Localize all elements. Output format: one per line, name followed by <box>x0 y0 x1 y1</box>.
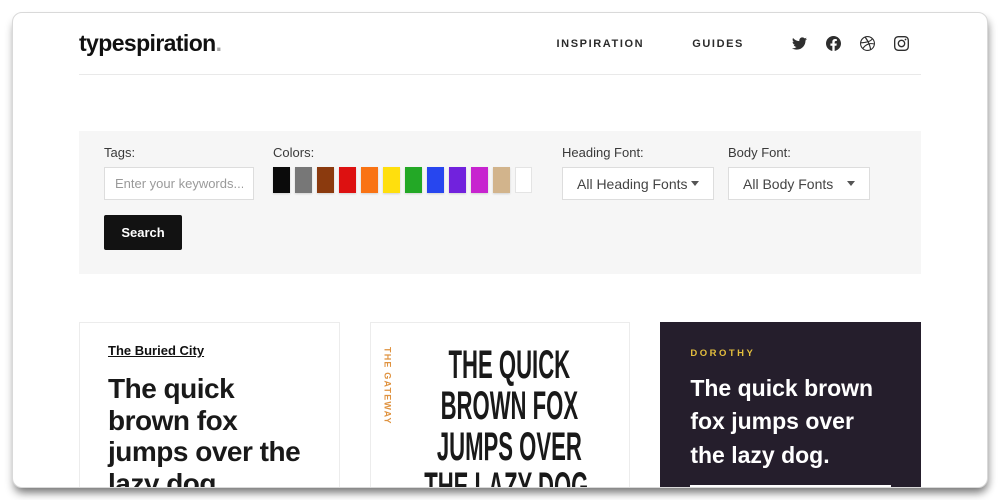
facebook-icon[interactable] <box>826 36 841 51</box>
colors-label: Colors: <box>273 145 315 160</box>
search-button[interactable]: Search <box>104 215 182 250</box>
logo-dot: . <box>215 30 222 56</box>
colors-filter: Colors: <box>273 145 532 193</box>
font-demo-grid: The Buried City The quick brown fox jump… <box>79 322 921 488</box>
color-swatch[interactable] <box>515 167 532 193</box>
card-title: The Buried City <box>108 343 205 358</box>
card-heading: The quick brown fox jumps over the lazy … <box>690 375 874 468</box>
color-swatch[interactable] <box>471 167 488 193</box>
color-swatch[interactable] <box>317 167 334 193</box>
heading-font-filter: Heading Font: All Heading Fonts <box>562 145 714 200</box>
body-font-value: All Body Fonts <box>743 175 834 192</box>
card-heading: THE QUICK BROWN FOX JUMPS OVER THE LAZY … <box>423 345 595 488</box>
chevron-down-icon <box>847 181 855 186</box>
card-title-vertical: THE GATEWAY <box>382 347 393 425</box>
color-swatches <box>273 167 532 193</box>
color-swatch[interactable] <box>383 167 400 193</box>
color-swatch[interactable] <box>427 167 444 193</box>
instagram-icon[interactable] <box>894 36 909 51</box>
color-swatch[interactable] <box>273 167 290 193</box>
color-swatch[interactable] <box>449 167 466 193</box>
body-font-filter: Body Font: All Body Fonts <box>728 145 870 200</box>
chevron-down-icon <box>691 181 699 186</box>
body-font-select[interactable]: All Body Fonts <box>728 167 870 200</box>
heading-font-label: Heading Font: <box>562 145 644 160</box>
card-heading: The quick brown fox jumps over the lazy … <box>108 373 301 488</box>
nav-guides[interactable]: GUIDES <box>692 38 744 50</box>
tags-label: Tags: <box>104 145 136 160</box>
social-links <box>792 36 909 51</box>
heading-font-value: All Heading Fonts <box>577 175 688 192</box>
color-swatch[interactable] <box>405 167 422 193</box>
card-the-gateway[interactable]: THE GATEWAY THE QUICK BROWN FOX JUMPS OV… <box>369 322 631 488</box>
site-logo[interactable]: typespiration. <box>79 30 222 57</box>
filter-bar: Tags: Search Colors: Heading Font: All H… <box>79 131 921 274</box>
body-font-label: Body Font: <box>728 145 791 160</box>
main-nav: INSPIRATION GUIDES <box>557 36 921 51</box>
card-heading-wrap: THE QUICK BROWN FOX JUMPS OVER THE LAZY … <box>413 345 606 488</box>
logo-text: typespiration <box>79 30 216 56</box>
tags-input[interactable] <box>104 167 254 200</box>
header-divider <box>79 74 921 75</box>
twitter-icon[interactable] <box>792 36 807 51</box>
card-dorothy[interactable]: DOROTHY The quick brown fox jumps over t… <box>660 322 921 487</box>
heading-font-select[interactable]: All Heading Fonts <box>562 167 714 200</box>
color-swatch[interactable] <box>339 167 356 193</box>
color-swatch[interactable] <box>295 167 312 193</box>
card-title: DOROTHY <box>690 348 756 359</box>
color-swatch[interactable] <box>361 167 378 193</box>
dribbble-icon[interactable] <box>860 36 875 51</box>
site-header: typespiration. INSPIRATION GUIDES <box>13 13 987 74</box>
color-swatch[interactable] <box>493 167 510 193</box>
card-the-buried-city[interactable]: The Buried City The quick brown fox jump… <box>79 322 340 488</box>
tags-filter: Tags: Search <box>104 145 254 250</box>
page-frame: typespiration. INSPIRATION GUIDES Tags: … <box>12 12 988 488</box>
heading-rule <box>690 485 891 487</box>
nav-inspiration[interactable]: INSPIRATION <box>557 38 645 50</box>
